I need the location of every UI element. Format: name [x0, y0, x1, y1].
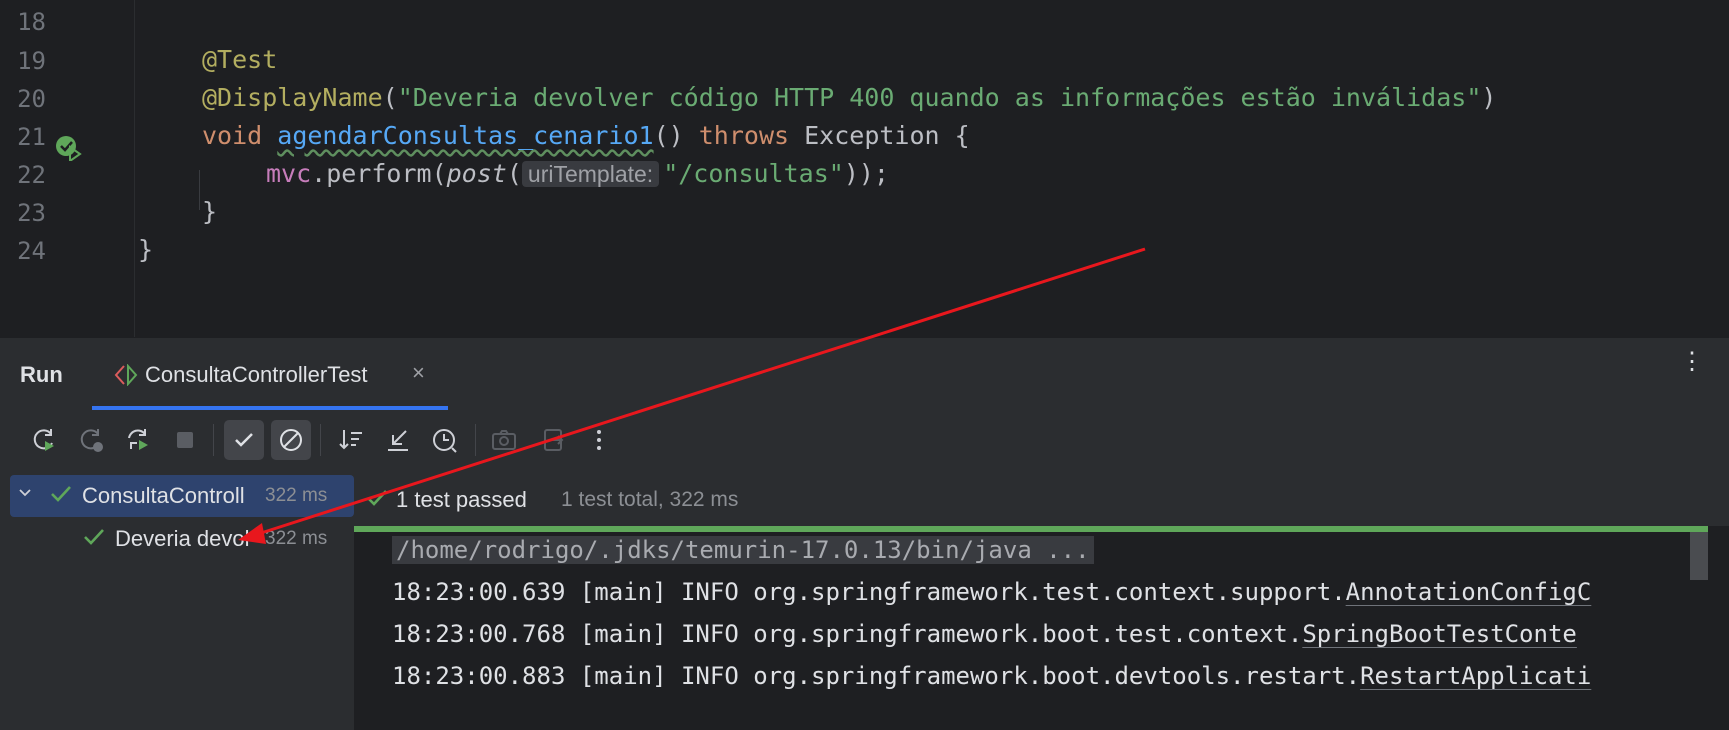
test-config-icon: [114, 363, 138, 391]
show-ignored-icon[interactable]: [271, 420, 311, 460]
rerun-icon[interactable]: [24, 420, 64, 460]
show-passed-icon[interactable]: [224, 420, 264, 460]
code-editor[interactable]: 18 19 @Test 20 @DisplayName("Deveria dev…: [0, 0, 1729, 337]
post-open: (: [506, 159, 522, 188]
method-name: agendarConsultas_cenario1: [277, 121, 654, 150]
toggle-auto-test-icon[interactable]: [118, 420, 158, 460]
console-line: 18:23:00.639 [main] INFO org.springframe…: [392, 578, 1682, 606]
more-actions-icon[interactable]: [579, 420, 619, 460]
field-mvc: mvc: [266, 159, 312, 188]
line-number: 22: [17, 161, 46, 189]
chevron-down-icon[interactable]: [18, 486, 32, 505]
line-number: 20: [17, 85, 46, 113]
close-paren: ): [1481, 83, 1497, 112]
open-paren: (: [382, 83, 398, 112]
console-line: 18:23:00.883 [main] INFO org.springframe…: [392, 662, 1682, 690]
check-icon: [366, 488, 388, 513]
tree-root-time: 322 ms: [265, 485, 328, 506]
console-scrollbar[interactable]: [1690, 532, 1708, 580]
run-toolbar: [0, 410, 1729, 470]
line-number: 18: [17, 8, 46, 36]
annotation-displayname: @DisplayName: [202, 83, 383, 112]
toolbar-separator: [475, 424, 476, 456]
post-call: post: [446, 159, 507, 188]
code-line-21[interactable]: void agendarConsultas_cenario1() throws …: [202, 121, 970, 150]
parens: (): [653, 121, 684, 150]
test-results-header: 1 test passed 1 test total, 322 ms: [354, 470, 1729, 526]
console-line: 18:23:00.768 [main] INFO org.springframe…: [392, 620, 1682, 648]
stop-icon[interactable]: [165, 420, 205, 460]
sort-icon[interactable]: [331, 420, 371, 460]
code-line-20[interactable]: @DisplayName("Deveria devolver código HT…: [202, 83, 1496, 112]
line-number: 21: [17, 123, 46, 151]
code-line-22[interactable]: mvc.perform(post(uriTemplate: "/consultas…: [266, 159, 889, 188]
tree-child-time: 322 ms: [265, 528, 328, 549]
check-icon: [50, 484, 72, 509]
run-tool-window-header: Run ConsultaControllerTest × ⋮: [0, 337, 1729, 411]
display-name-string: "Deveria devolver código HTTP 400 quando…: [397, 83, 1482, 112]
parameter-hint: uriTemplate:: [521, 161, 660, 187]
gutter-separator: [134, 0, 135, 337]
camera-icon[interactable]: [484, 420, 524, 460]
console-output[interactable]: /home/rodrigo/.jdks/temurin-17.0.13/bin/…: [354, 532, 1729, 730]
run-title: Run: [20, 362, 63, 387]
log-class-link[interactable]: AnnotationConfigC: [1346, 578, 1592, 606]
close-icon[interactable]: ×: [412, 360, 425, 386]
code-line-19[interactable]: @Test: [202, 45, 277, 74]
line-end: ));: [843, 159, 889, 188]
tests-summary: 1 test total, 322 ms: [561, 488, 739, 511]
code-line-23[interactable]: }: [202, 197, 217, 226]
uri-string: "/consultas": [663, 159, 844, 188]
line-number: 19: [17, 47, 46, 75]
log-class-link[interactable]: RestartApplicati: [1360, 662, 1591, 690]
indent-guide: [199, 170, 200, 210]
java-command[interactable]: /home/rodrigo/.jdks/temurin-17.0.13/bin/…: [392, 536, 1094, 564]
line-number: 23: [17, 199, 46, 227]
tree-child-label: Deveria devol: [115, 526, 250, 551]
toolbar-separator: [213, 424, 214, 456]
log-class-link[interactable]: SpringBootTestConte: [1302, 620, 1577, 648]
log-text: 18:23:00.639 [main] INFO org.springframe…: [392, 578, 1346, 606]
test-history-icon[interactable]: [425, 420, 465, 460]
export-icon[interactable]: [534, 420, 574, 460]
tab-label: ConsultaControllerTest: [145, 362, 368, 387]
tab-consultacontrollertest[interactable]: ConsultaControllerTest ×: [92, 338, 448, 410]
tree-root-label: ConsultaControll: [82, 483, 245, 508]
more-options-icon[interactable]: ⋮: [1680, 350, 1704, 374]
exception-text: Exception {: [804, 121, 970, 150]
line-number: 24: [17, 237, 46, 265]
test-tree: ConsultaControll 322 ms Deveria devol 32…: [0, 470, 354, 730]
annotation-test: @Test: [202, 45, 278, 74]
log-text: 18:23:00.883 [main] INFO org.springframe…: [392, 662, 1361, 690]
perform-call: .perform(: [311, 159, 447, 188]
toolbar-separator: [320, 424, 321, 456]
keyword-throws: throws: [698, 121, 790, 150]
collapse-all-icon[interactable]: [378, 420, 418, 460]
console-line: /home/rodrigo/.jdks/temurin-17.0.13/bin/…: [392, 536, 1682, 564]
log-text: 18:23:00.768 [main] INFO org.springframe…: [392, 620, 1303, 648]
keyword-void: void: [202, 121, 263, 150]
rerun-failed-icon[interactable]: [71, 420, 111, 460]
run-test-passed-icon[interactable]: [55, 135, 85, 167]
code-line-24[interactable]: }: [138, 235, 153, 264]
check-icon: [83, 527, 105, 552]
tests-passed-status: 1 test passed: [396, 487, 527, 512]
